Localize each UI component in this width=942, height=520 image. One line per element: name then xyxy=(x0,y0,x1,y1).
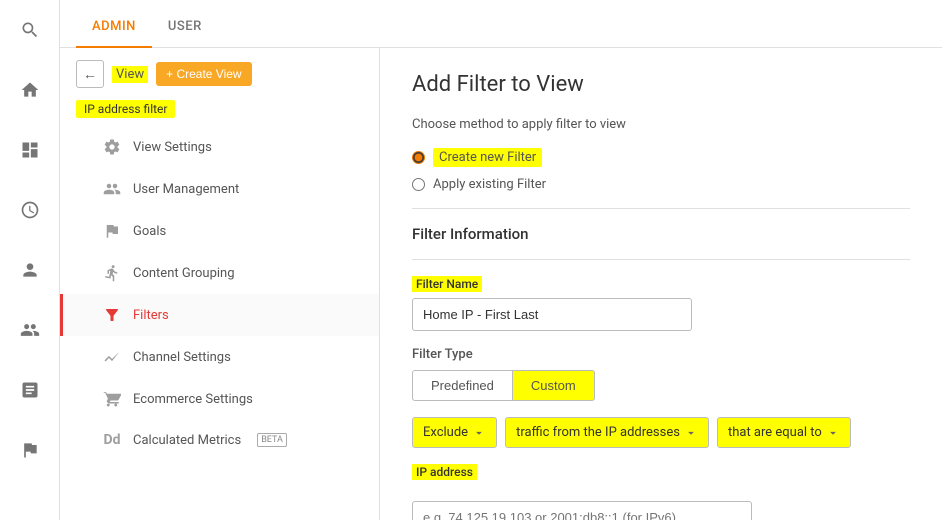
goals-flag-icon xyxy=(103,222,121,240)
sidebar-item-goals-label: Goals xyxy=(133,224,166,239)
ip-address-label: IP address xyxy=(412,464,477,480)
exclude-select[interactable]: Exclude xyxy=(412,417,497,448)
create-view-button[interactable]: + Create View xyxy=(156,62,252,86)
filter-name-input[interactable] xyxy=(412,298,692,331)
home-icon[interactable] xyxy=(10,70,50,110)
that-chevron-icon xyxy=(826,426,840,440)
icon-bar xyxy=(0,0,60,520)
filter-name-label: Filter Name xyxy=(412,276,482,292)
sidebar-item-user-management[interactable]: User Management xyxy=(60,168,379,210)
view-label: View xyxy=(112,66,148,83)
ip-address-section: IP address xyxy=(412,464,910,520)
search-icon[interactable] xyxy=(10,10,50,50)
cart-icon xyxy=(103,390,121,408)
settings-icon xyxy=(103,138,121,156)
tab-admin[interactable]: ADMIN xyxy=(76,7,152,48)
sidebar-item-view-settings-label: View Settings xyxy=(133,140,212,155)
filter-method-options: Create new Filter Apply existing Filter xyxy=(412,148,910,192)
divider-2 xyxy=(412,259,910,260)
that-select[interactable]: that are equal to xyxy=(717,417,851,448)
report-icon[interactable] xyxy=(10,370,50,410)
analytics-icon[interactable] xyxy=(10,310,50,350)
calc-icon: Dd xyxy=(103,432,121,448)
predefined-button[interactable]: Predefined xyxy=(412,370,513,401)
sidebar-item-filters-label: Filters xyxy=(133,308,169,323)
sidebar-item-filters[interactable]: Filters xyxy=(60,294,379,336)
sidebar-item-content-grouping[interactable]: Content Grouping xyxy=(60,252,379,294)
filter-name-section: Filter Name xyxy=(412,276,910,347)
method-label: Choose method to apply filter to view xyxy=(412,117,910,132)
exclude-chevron-icon xyxy=(472,426,486,440)
custom-button[interactable]: Custom xyxy=(513,370,595,401)
sidebar-item-goals[interactable]: Goals xyxy=(60,210,379,252)
apply-existing-filter-option[interactable]: Apply existing Filter xyxy=(412,177,910,192)
filter-type-buttons: Predefined Custom xyxy=(412,370,910,401)
sidebar-item-ecommerce-settings-label: Ecommerce Settings xyxy=(133,392,253,407)
apply-existing-radio[interactable] xyxy=(412,178,425,191)
ip-filter-tag: IP address filter xyxy=(76,100,175,118)
top-nav: ADMIN USER xyxy=(60,0,942,48)
from-label: traffic from the IP addresses xyxy=(516,425,680,440)
filter-row: Exclude traffic from the IP addresses th… xyxy=(412,417,910,448)
sidebar-item-calculated-metrics[interactable]: Dd Calculated Metrics BETA xyxy=(60,420,379,460)
sidebar-item-calculated-metrics-label: Calculated Metrics xyxy=(133,433,241,448)
sidebar-item-user-management-label: User Management xyxy=(133,182,239,197)
tab-user[interactable]: USER xyxy=(152,7,218,48)
dashboard-icon[interactable] xyxy=(10,130,50,170)
sidebar-header: ← View + Create View xyxy=(60,48,379,100)
sidebar-item-ecommerce-settings[interactable]: Ecommerce Settings xyxy=(60,378,379,420)
ip-label-section: IP address xyxy=(412,464,910,480)
content-area: ← View + Create View IP address filter V… xyxy=(60,48,942,520)
that-label: that are equal to xyxy=(728,425,822,440)
sidebar-item-content-grouping-label: Content Grouping xyxy=(133,266,235,281)
sidebar: ← View + Create View IP address filter V… xyxy=(60,48,380,520)
filter-type-label: Filter Type xyxy=(412,347,910,362)
person-icon[interactable] xyxy=(10,250,50,290)
divider-1 xyxy=(412,208,910,209)
back-button[interactable]: ← xyxy=(76,60,104,88)
ip-address-input[interactable] xyxy=(412,501,752,520)
channel-icon xyxy=(103,348,121,366)
create-new-label: Create new Filter xyxy=(433,148,542,167)
people-icon xyxy=(103,180,121,198)
app-container: ADMIN USER ← View + Create View IP addre… xyxy=(60,0,942,520)
apply-existing-label: Apply existing Filter xyxy=(433,177,546,192)
clock-icon[interactable] xyxy=(10,190,50,230)
flag-icon[interactable] xyxy=(10,430,50,470)
main-content: Add Filter to View Choose method to appl… xyxy=(380,48,942,520)
sidebar-item-channel-settings-label: Channel Settings xyxy=(133,350,231,365)
create-new-filter-option[interactable]: Create new Filter xyxy=(412,148,910,167)
from-select[interactable]: traffic from the IP addresses xyxy=(505,417,709,448)
exclude-label: Exclude xyxy=(423,425,468,440)
sidebar-item-view-settings[interactable]: View Settings xyxy=(60,126,379,168)
from-chevron-icon xyxy=(684,426,698,440)
beta-badge: BETA xyxy=(257,433,287,447)
sidebar-item-channel-settings[interactable]: Channel Settings xyxy=(60,336,379,378)
content-grouping-icon xyxy=(103,264,121,282)
filter-icon xyxy=(103,306,121,324)
page-title: Add Filter to View xyxy=(412,72,910,97)
create-new-radio[interactable] xyxy=(412,151,425,164)
filter-info-title: Filter Information xyxy=(412,225,910,243)
